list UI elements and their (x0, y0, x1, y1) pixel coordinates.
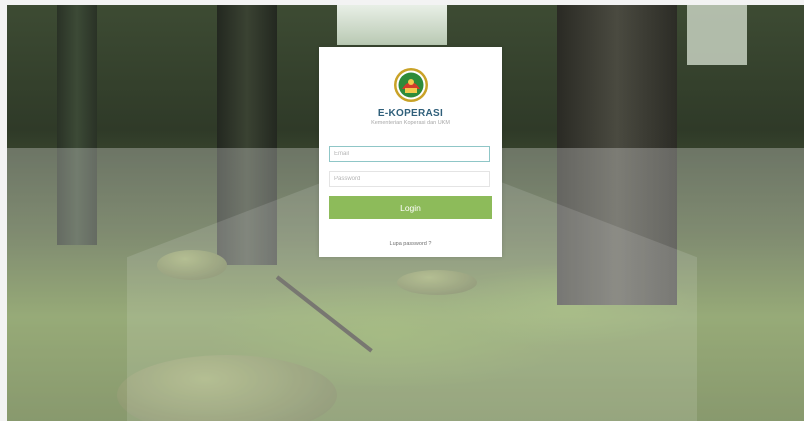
login-card: E-KOPERASI Kementerian Koperasi dan UKM … (319, 47, 502, 257)
email-input[interactable] (329, 146, 490, 162)
forgot-password-link[interactable]: Lupa password ? (319, 241, 502, 247)
app-title: E-KOPERASI (377, 108, 444, 119)
app-subtitle: Kementerian Koperasi dan UKM (371, 120, 450, 126)
kementerian-koperasi-logo-icon (394, 68, 428, 102)
password-input[interactable] (329, 171, 490, 187)
login-button[interactable]: Login (329, 196, 492, 219)
